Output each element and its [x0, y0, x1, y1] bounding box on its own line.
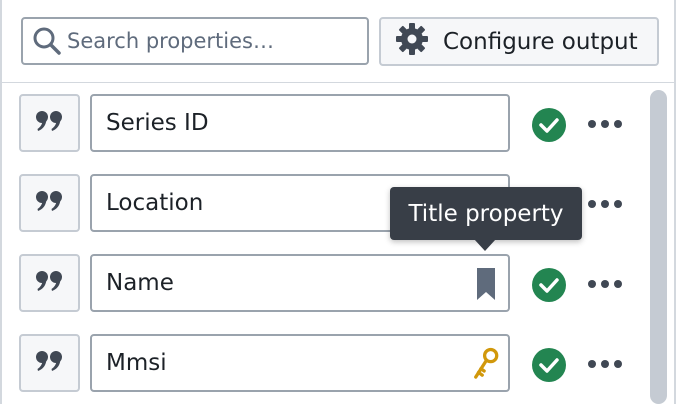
string-type-button[interactable]: [19, 254, 80, 312]
more-icon: [588, 280, 596, 288]
property-name: Mmsi: [106, 350, 167, 376]
quote-icon: [35, 350, 64, 376]
configure-output-button[interactable]: Configure output: [379, 17, 659, 66]
search-icon: [27, 19, 67, 63]
property-name-field[interactable]: Name: [90, 254, 510, 312]
string-type-button[interactable]: [19, 334, 80, 392]
property-row: Name: [2, 248, 642, 312]
more-icon: [588, 360, 596, 368]
configure-output-label: Configure output: [443, 28, 638, 55]
more-options-button[interactable]: [585, 346, 625, 382]
key-icon[interactable]: [472, 346, 500, 382]
property-list: Series ID Location Name Mmsi: [2, 84, 674, 404]
property-name: Series ID: [106, 110, 209, 136]
tooltip-text: Title property: [408, 200, 564, 227]
quote-icon: [35, 270, 64, 296]
bookmark-icon[interactable]: [472, 266, 500, 302]
more-icon: [588, 200, 596, 208]
gear-icon: [395, 22, 429, 62]
quote-icon: [35, 190, 64, 216]
property-name: Location: [106, 190, 204, 216]
tooltip: Title property: [390, 187, 582, 240]
check-circle-icon: [532, 108, 566, 142]
search-input[interactable]: [67, 29, 357, 53]
more-icon: [588, 120, 596, 128]
properties-panel: Configure output Series ID: [0, 0, 676, 404]
string-type-button[interactable]: [19, 174, 80, 232]
check-circle-icon: [532, 348, 566, 382]
tooltip-arrow: [474, 239, 496, 251]
property-name-field[interactable]: Series ID: [90, 94, 510, 152]
property-row: Mmsi: [2, 328, 642, 392]
scrollbar-thumb[interactable]: [650, 90, 667, 404]
search-box[interactable]: [21, 17, 369, 65]
more-options-button[interactable]: [585, 266, 625, 302]
property-name: Name: [106, 270, 174, 296]
quote-icon: [35, 110, 64, 136]
more-options-button[interactable]: [585, 186, 625, 222]
property-name-field[interactable]: Mmsi: [90, 334, 510, 392]
property-row: Series ID: [2, 88, 642, 152]
more-options-button[interactable]: [585, 106, 625, 142]
properties-toolbar: Configure output: [2, 0, 674, 83]
string-type-button[interactable]: [19, 94, 80, 152]
check-circle-icon: [532, 268, 566, 302]
